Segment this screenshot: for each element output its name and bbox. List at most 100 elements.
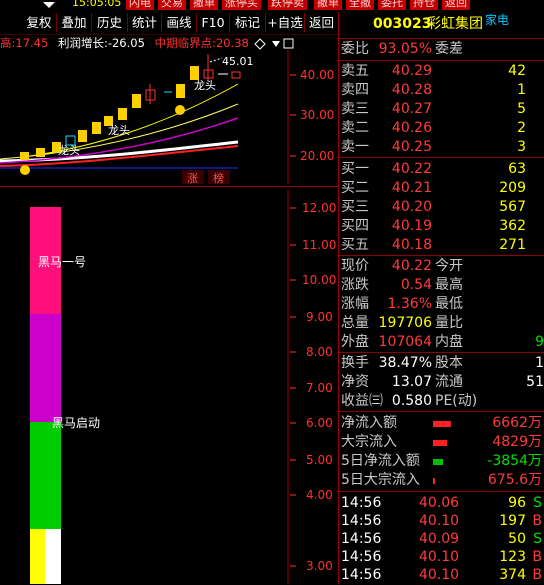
weibi-label: 委比 (341, 41, 369, 57)
stock-title: 003023 彩虹集团 家电 (339, 13, 544, 35)
fin-row[interactable]: 换手 38.47% 股本 1 (339, 354, 544, 373)
sell-row-5[interactable]: 卖五 40.29 42 (339, 62, 544, 81)
stat-value: 1.36% (387, 296, 432, 312)
buy-row-4[interactable]: 买四 40.19 362 (339, 217, 544, 236)
stats-button[interactable]: 统计 (128, 13, 162, 32)
strip-button-10[interactable]: 返回 (442, 0, 470, 10)
flow-row[interactable]: 5日大宗流入 675.6万 (339, 471, 544, 490)
tick-row[interactable]: 14:56 40.06 96 S (339, 494, 544, 513)
ind-ytick-5: 5.00 (306, 453, 333, 467)
sell-price: 40.28 (391, 82, 432, 98)
buy-volume: 209 (499, 180, 526, 196)
bar-segment-green (30, 422, 61, 529)
stock-code: 003023 (373, 16, 432, 32)
stat-row[interactable]: 总量 197706 量比 (339, 314, 544, 333)
sell-volume: 1 (517, 82, 526, 98)
sell-row-4[interactable]: 卖四 40.28 1 (339, 81, 544, 100)
industry-tag[interactable]: 家电 (485, 11, 509, 30)
buy-row-2[interactable]: 买二 40.21 209 (339, 179, 544, 198)
sell-row-3[interactable]: 卖三 40.27 5 (339, 100, 544, 119)
stat-row[interactable]: 涨跌 0.54 最高 (339, 276, 544, 295)
ind-ytick-4: 4.00 (306, 488, 333, 502)
back-button[interactable]: 返回 (305, 13, 338, 32)
mark-button[interactable]: 标记 (230, 13, 266, 32)
buy-label: 买三 (341, 199, 369, 215)
flow-row[interactable]: 净流入额 6662万 (339, 414, 544, 433)
strip-button-3[interactable]: 撤单 (190, 0, 218, 10)
buy-volume: 271 (499, 237, 526, 253)
buy-row-5[interactable]: 买五 40.18 271 (339, 236, 544, 255)
strip-button-9[interactable]: 持仓 (410, 0, 438, 10)
buy-label: 买一 (341, 161, 369, 177)
tick-price: 40.10 (419, 549, 460, 565)
flow-label: 净流入额 (341, 415, 397, 431)
buy-volume: 63 (508, 161, 526, 177)
flow-row[interactable]: 5日净流入额 -3854万 (339, 452, 544, 471)
strip-button-2[interactable]: 交易 (158, 0, 186, 10)
fin-row[interactable]: 收益㈢ 0.580 PE(动) (339, 392, 544, 411)
bar-segment-yellow (30, 529, 45, 584)
buy-price: 40.19 (391, 218, 432, 234)
kline-ytick-30: 30.00 (300, 108, 334, 122)
bar-segment-white (45, 529, 61, 584)
flow-label: 大宗流入 (341, 434, 397, 450)
tick-row[interactable]: 14:56 40.09 50 S (339, 530, 544, 549)
stat-row[interactable]: 外盘 107064 内盘 9 (339, 333, 544, 352)
buy-row-1[interactable]: 买一 40.22 63 (339, 160, 544, 179)
stat-label: 总量 (341, 315, 369, 331)
tick-price: 40.06 (419, 495, 460, 511)
fin-label2: 流通 (435, 374, 463, 390)
strip-button-5[interactable]: 跌停卖 (268, 0, 307, 10)
price-tag-leader (209, 57, 223, 63)
zhang-badge: 涨 (187, 172, 198, 184)
chart-separator (0, 186, 338, 187)
tick-volume: 123 (499, 549, 526, 565)
buy-price: 40.18 (391, 237, 432, 253)
sell-price: 40.25 (391, 139, 432, 155)
fin-row[interactable]: 净资 13.07 流通 51 (339, 373, 544, 392)
strip-button-4[interactable]: 涨停买 (222, 0, 261, 10)
fin-label2: PE(动) (435, 393, 478, 409)
fin-value: 13.07 (391, 374, 432, 390)
stat-row[interactable]: 涨幅 1.36% 最低 (339, 295, 544, 314)
sell-label: 卖二 (341, 120, 369, 136)
stat-label2: 内盘 (435, 334, 463, 350)
flow-value: 6662万 (492, 415, 542, 431)
tick-flag: S (533, 531, 542, 547)
strip-button-6[interactable]: 撤单 (314, 0, 342, 10)
stat-row[interactable]: 现价 40.22 今开 (339, 257, 544, 276)
buy-volume: 362 (499, 218, 526, 234)
add-watchlist-button[interactable]: +自选 (266, 13, 305, 32)
history-button[interactable]: 历史 (92, 13, 128, 32)
flow-bar (433, 440, 447, 446)
tick-row[interactable]: 14:56 40.10 197 B (339, 512, 544, 531)
tick-flag: B (532, 567, 542, 583)
sell-price: 40.27 (391, 101, 432, 117)
ind-ytick-8: 8.00 (306, 345, 333, 359)
dropdown-arrow-icon[interactable] (42, 0, 56, 10)
strip-button-8[interactable]: 委托 (378, 0, 406, 10)
stock-name: 彩虹集团 (427, 16, 483, 32)
fuquan-button[interactable]: 复权 (22, 13, 57, 32)
stat-label: 现价 (341, 258, 369, 274)
weibi-value: 93.05% (378, 41, 432, 57)
stat-extra: 9 (535, 334, 544, 350)
overlay-button[interactable]: 叠加 (57, 13, 92, 32)
tick-time: 14:56 (341, 549, 382, 565)
draw-line-button[interactable]: 画线 (162, 13, 197, 32)
sell-volume: 2 (517, 120, 526, 136)
sell-row-1[interactable]: 卖一 40.25 3 (339, 138, 544, 157)
tick-time: 14:56 (341, 513, 382, 529)
f10-button[interactable]: F10 (197, 13, 230, 32)
sell-row-2[interactable]: 卖二 40.26 2 (339, 119, 544, 138)
strip-button-7[interactable]: 全撤 (346, 0, 374, 10)
buy-row-3[interactable]: 买三 40.20 567 (339, 198, 544, 217)
flow-row[interactable]: 大宗流入 4829万 (339, 433, 544, 452)
tick-flag: B (532, 549, 542, 565)
strip-button-1[interactable]: 闪电 (126, 0, 154, 10)
price-tag: 45.01 (222, 55, 254, 68)
tick-row[interactable]: 14:56 40.10 123 B (339, 548, 544, 567)
tick-time: 14:56 (341, 567, 382, 583)
buy-price: 40.20 (391, 199, 432, 215)
tick-row[interactable]: 14:56 40.10 374 B (339, 566, 544, 585)
